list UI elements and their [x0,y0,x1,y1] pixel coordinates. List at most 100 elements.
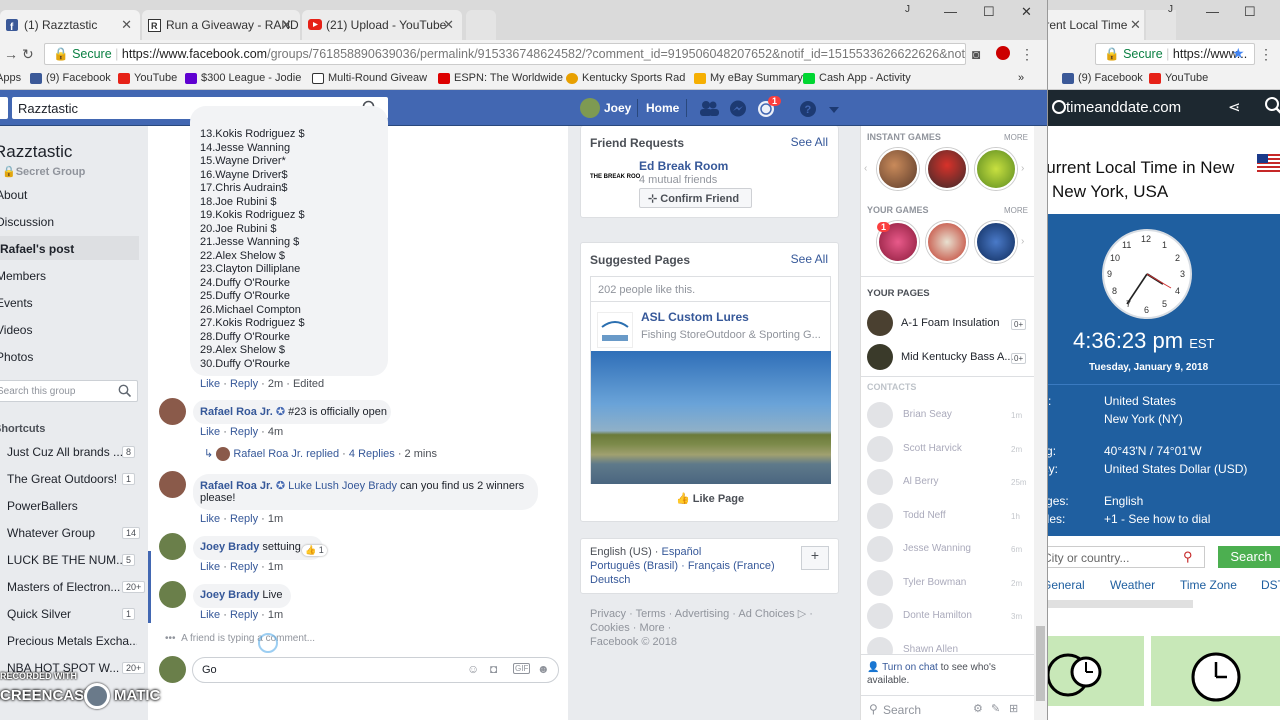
page-name-link[interactable]: ASL Custom Lures [641,310,749,324]
commenter-name[interactable]: Rafael Roa Jr. [200,480,273,492]
home-link[interactable]: Home [646,101,679,115]
tab-current-local-time[interactable]: Current Local Time ✕ [1048,10,1144,40]
page-item-foam[interactable]: A-1 Foam Insulation [901,317,999,329]
tdd-tile-world-clock[interactable] [1048,636,1144,706]
game-icon-monster[interactable] [975,148,1017,190]
tagged-users[interactable]: Luke Lush Joey Brady [288,480,397,492]
see-all-suggested-link[interactable]: See All [791,252,828,266]
contact-item[interactable]: Tyler Bowman [903,577,966,588]
shortcut-item[interactable]: PowerBallers [7,499,137,513]
like-link[interactable]: Like [200,513,220,525]
tab-razztastic[interactable]: f (1) Razztastic ✕ [0,10,140,40]
avatar[interactable] [580,98,600,118]
avatar[interactable] [159,471,186,498]
avatar[interactable] [159,581,186,608]
confirm-friend-button[interactable]: ⊹ Confirm Friend [639,188,752,208]
emoji-icon[interactable]: ☺ [467,662,479,676]
contact-item[interactable]: Scott Harvick [903,443,962,454]
bookmark-youtube[interactable]: YouTube [1149,72,1208,84]
nav-timezone[interactable]: Time Zone [1180,578,1237,592]
close-tab-icon[interactable]: ✕ [443,17,454,33]
cookies-link[interactable]: Cookies [590,622,630,634]
shortcut-item[interactable]: Masters of Electron... [7,580,137,594]
bookmark-kentucky[interactable]: Kentucky Sports Rad [566,72,685,84]
nav-weather[interactable]: Weather [1110,578,1155,592]
like-link[interactable]: Like [200,426,220,438]
close-tab-icon[interactable]: ✕ [281,17,292,33]
see-all-friend-requests-link[interactable]: See All [791,135,828,149]
chat-search-input[interactable]: ⚲ Search ⚙ ✎ ⊞ [867,701,1027,719]
messenger-icon[interactable] [729,100,747,121]
shortcut-item[interactable]: LUCK BE THE NUM... [7,553,137,567]
reply-link[interactable]: Reply [230,378,258,390]
address-input[interactable]: 🔒 Secure | https://www... [1095,43,1255,65]
reply-link[interactable]: Reply [230,426,258,438]
close-window-button[interactable]: ✕ [1021,4,1032,20]
shortcut-item[interactable]: The Great Outdoors! [7,472,137,486]
asl-logo[interactable] [597,312,633,348]
bookmark-star-icon[interactable]: ★ [1232,45,1245,62]
contact-item[interactable]: Donte Hamilton [903,610,972,621]
nav-members[interactable]: Members [0,269,46,283]
friend-request-name[interactable]: Ed Break Room [639,159,728,173]
bookmark-apps[interactable]: Apps [0,72,21,84]
bookmark-youtube[interactable]: YouTube [118,72,177,84]
your-games-more-link[interactable]: MORE [1004,206,1028,215]
more-bookmarks-icon[interactable]: » [1018,72,1024,84]
avatar[interactable] [867,310,893,336]
close-tab-icon[interactable]: ✕ [121,17,132,33]
like-link[interactable]: Like [200,561,220,573]
user-profile-icon[interactable]: J [1168,4,1173,15]
instant-games-more-link[interactable]: MORE [1004,133,1028,142]
city-search-input[interactable]: City or country... ⚲ [1048,546,1205,568]
avatar[interactable] [867,603,893,629]
contact-item[interactable]: Shawn Allen [903,644,958,655]
commenter-name[interactable]: Joey Brady [200,589,259,601]
contact-item[interactable]: Jesse Wanning [903,543,971,554]
language-link-de[interactable]: Deutsch [590,574,630,586]
nav-events[interactable]: Events [0,296,33,310]
shortcut-item[interactable]: Precious Metals Excha... [7,634,137,648]
language-link-pt[interactable]: Português (Brasil) [590,560,678,572]
gif-icon[interactable]: GIF [513,663,531,674]
avatar[interactable] [867,536,893,562]
gear-icon[interactable]: ⚙ [973,702,983,715]
account-dropdown-icon[interactable] [829,103,839,117]
reply-link[interactable]: Reply [230,609,258,621]
chevron-right-icon[interactable]: › [1021,236,1024,247]
minimize-button[interactable]: — [1206,4,1219,19]
horizontal-scrollbar[interactable] [1048,600,1193,608]
reply-link[interactable]: Reply [230,561,258,573]
maximize-button[interactable]: ☐ [983,4,995,20]
add-language-button[interactable]: + [801,546,829,570]
tab-random[interactable]: R Run a Giveaway - RAND ✕ [142,10,300,40]
avatar[interactable] [159,533,186,560]
nav-general[interactable]: General [1048,578,1085,592]
page-item-bass[interactable]: Mid Kentucky Bass A... [901,351,1014,363]
compose-icon[interactable]: ✎ [991,702,1000,715]
bookmark-ebay[interactable]: My eBay Summary [694,72,803,84]
comment-compose-input[interactable]: Go ☺ ◘ GIF ☻ [192,657,559,683]
bookmark-espn[interactable]: ESPN: The Worldwide [438,72,563,84]
avatar[interactable] [867,402,893,428]
close-tab-icon[interactable]: ✕ [1130,17,1141,33]
commenter-name[interactable]: Rafael Roa Jr. [200,406,273,418]
address-input[interactable]: 🔒 Secure | https://www.facebook.com/grou… [44,43,966,65]
forward-arrow-icon[interactable]: → [4,46,18,62]
nav-dst[interactable]: DST [1261,578,1280,592]
search-icon[interactable] [1264,96,1280,119]
tdd-tile-time-clock[interactable] [1151,636,1280,706]
group-name[interactable]: Razztastic [0,142,72,162]
game-icon-pool[interactable] [926,148,968,190]
nav-discussion[interactable]: Discussion [0,215,54,229]
avatar[interactable] [867,344,893,370]
nav-videos[interactable]: Videos [0,323,32,337]
language-link-es[interactable]: Español [662,546,702,558]
game-icon-cards[interactable] [926,221,968,263]
more-link[interactable]: More [640,622,665,634]
replies-summary[interactable]: ↳ Rafael Roa Jr. replied · 4 Replies · 2… [204,447,437,462]
bookmark-cashapp[interactable]: Cash App - Activity [803,72,911,84]
facebook-logo-icon[interactable] [0,97,8,119]
turn-on-chat-link[interactable]: Turn on chat [882,662,938,673]
avatar[interactable] [867,435,893,462]
